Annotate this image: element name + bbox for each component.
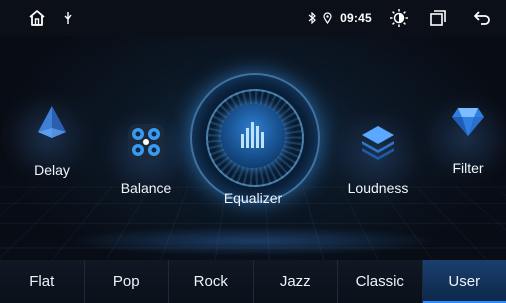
preset-bar: Flat Pop Rock Jazz Classic User: [0, 260, 506, 303]
loudness-item[interactable]: Loudness: [338, 116, 418, 206]
filter-label: Filter: [452, 160, 484, 176]
equalizer-item[interactable]: [190, 73, 320, 203]
pyramid-icon: [38, 106, 66, 138]
status-bar: 09:45: [0, 0, 506, 36]
loudness-label: Loudness: [347, 180, 409, 196]
clock: 09:45: [340, 11, 372, 25]
filter-item[interactable]: Filter: [440, 96, 496, 186]
preset-user[interactable]: User: [422, 260, 506, 303]
brightness-icon[interactable]: [386, 0, 412, 36]
equalizer-icon: [221, 104, 285, 168]
back-icon[interactable]: [470, 0, 494, 36]
home-icon[interactable]: [24, 0, 50, 36]
equalizer-label: Equalizer: [223, 190, 283, 206]
preset-rock[interactable]: Rock: [169, 260, 254, 303]
delay-item[interactable]: Delay: [24, 96, 80, 186]
bluetooth-icon: [306, 0, 318, 36]
diamond-icon: [452, 108, 484, 136]
balance-item[interactable]: Balance: [108, 116, 184, 206]
speaker-balance-icon: [128, 124, 164, 160]
sound-settings-carousel: Delay Balance Equalizer Loudness Filter: [0, 36, 506, 260]
delay-label: Delay: [34, 162, 70, 178]
usb-icon: [60, 0, 76, 36]
preset-jazz[interactable]: Jazz: [254, 260, 338, 303]
preset-pop[interactable]: Pop: [85, 260, 169, 303]
recent-apps-icon[interactable]: [426, 0, 450, 36]
stacked-layers-icon: [362, 126, 394, 160]
preset-classic[interactable]: Classic: [338, 260, 423, 303]
location-icon: [321, 0, 333, 36]
floor-glow: [60, 226, 446, 256]
balance-label: Balance: [120, 180, 172, 196]
preset-flat[interactable]: Flat: [0, 260, 85, 303]
